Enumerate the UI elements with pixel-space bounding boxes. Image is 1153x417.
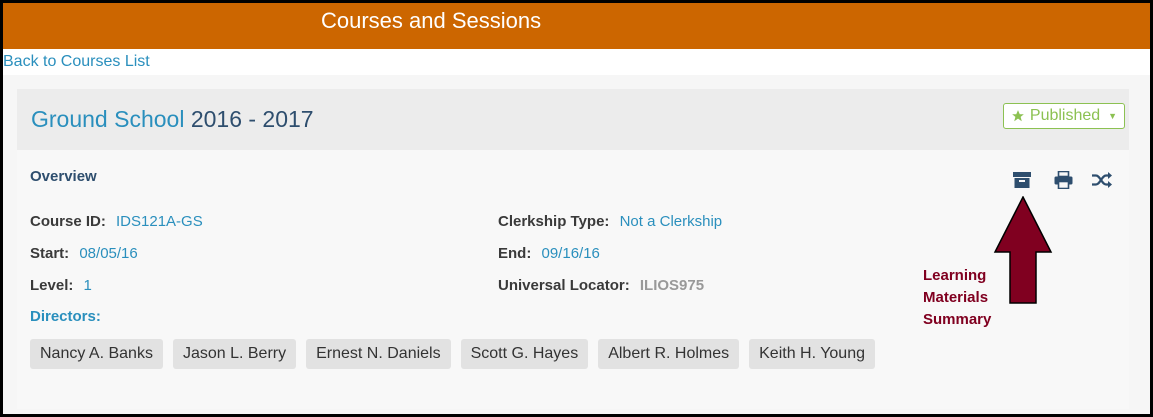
directors-label[interactable]: Directors: [30, 308, 101, 325]
start-date-field: Start: 08/05/16 [30, 245, 138, 262]
end-value[interactable]: 09/16/16 [542, 245, 600, 262]
course-card: Ground School 2016 - 2017 Published ▼ Ov… [17, 89, 1129, 409]
page-title: Courses and Sessions [321, 8, 542, 33]
published-label: Published [1029, 107, 1101, 124]
end-date-field: End: 09/16/16 [498, 245, 600, 262]
universal-locator-value: ILIOS975 [639, 277, 705, 294]
universal-locator-label: Universal Locator: [498, 277, 630, 294]
learning-materials-summary-annotation: Learning Materials Summary [923, 265, 991, 331]
annotation-arrow [993, 196, 1053, 304]
annotation-line-1: Learning [923, 267, 987, 284]
director-chip: Scott G. Hayes [460, 339, 589, 369]
director-chip: Jason L. Berry [172, 339, 297, 369]
course-id-value[interactable]: IDS121A-GS [116, 213, 203, 230]
director-chip: Albert R. Holmes [598, 339, 740, 369]
top-header-bar: Courses and Sessions [3, 3, 1150, 49]
main-content: Ground School 2016 - 2017 Published ▼ Ov… [3, 75, 1150, 414]
archive-icon [1013, 172, 1031, 188]
level-field: Level: 1 [30, 277, 92, 294]
director-chip: Nancy A. Banks [30, 339, 163, 369]
universal-locator-field: Universal Locator: ILIOS975 [498, 277, 704, 294]
clerkship-type-field: Clerkship Type: Not a Clerkship [498, 213, 722, 230]
rollover-button[interactable] [1090, 169, 1114, 191]
level-value[interactable]: 1 [84, 277, 92, 294]
caret-down-icon: ▼ [1108, 111, 1118, 121]
director-chip: Keith H. Young [749, 339, 875, 369]
annotation-line-3: Summary [923, 311, 992, 328]
back-to-courses-link[interactable]: Back to Courses List [3, 53, 150, 71]
course-header: Ground School 2016 - 2017 Published ▼ [17, 89, 1129, 150]
print-button[interactable] [1051, 169, 1075, 191]
course-id-field: Course ID: IDS121A-GS [30, 213, 203, 230]
clerkship-type-value[interactable]: Not a Clerkship [620, 213, 723, 230]
start-label: Start: [30, 245, 70, 262]
course-title: Ground School 2016 - 2017 [31, 106, 314, 133]
star-icon [1012, 110, 1024, 122]
learning-materials-summary-button[interactable] [1010, 169, 1034, 191]
course-name[interactable]: Ground School [31, 106, 184, 132]
shuffle-icon [1092, 172, 1112, 188]
course-id-label: Course ID: [30, 213, 106, 230]
window-frame: Courses and Sessions Back to Courses Lis… [0, 0, 1153, 417]
course-year: 2016 - 2017 [190, 106, 314, 132]
clerkship-type-label: Clerkship Type: [498, 213, 610, 230]
published-status-button[interactable]: Published ▼ [1003, 103, 1125, 129]
director-chip: Ernest N. Daniels [306, 339, 451, 369]
level-label: Level: [30, 277, 74, 294]
start-value[interactable]: 08/05/16 [79, 245, 137, 262]
print-icon [1054, 171, 1072, 189]
end-label: End: [498, 245, 532, 262]
overview-heading: Overview [30, 168, 97, 185]
annotation-line-2: Materials [923, 289, 989, 306]
directors-list: Nancy A. Banks Jason L. Berry Ernest N. … [30, 339, 875, 369]
